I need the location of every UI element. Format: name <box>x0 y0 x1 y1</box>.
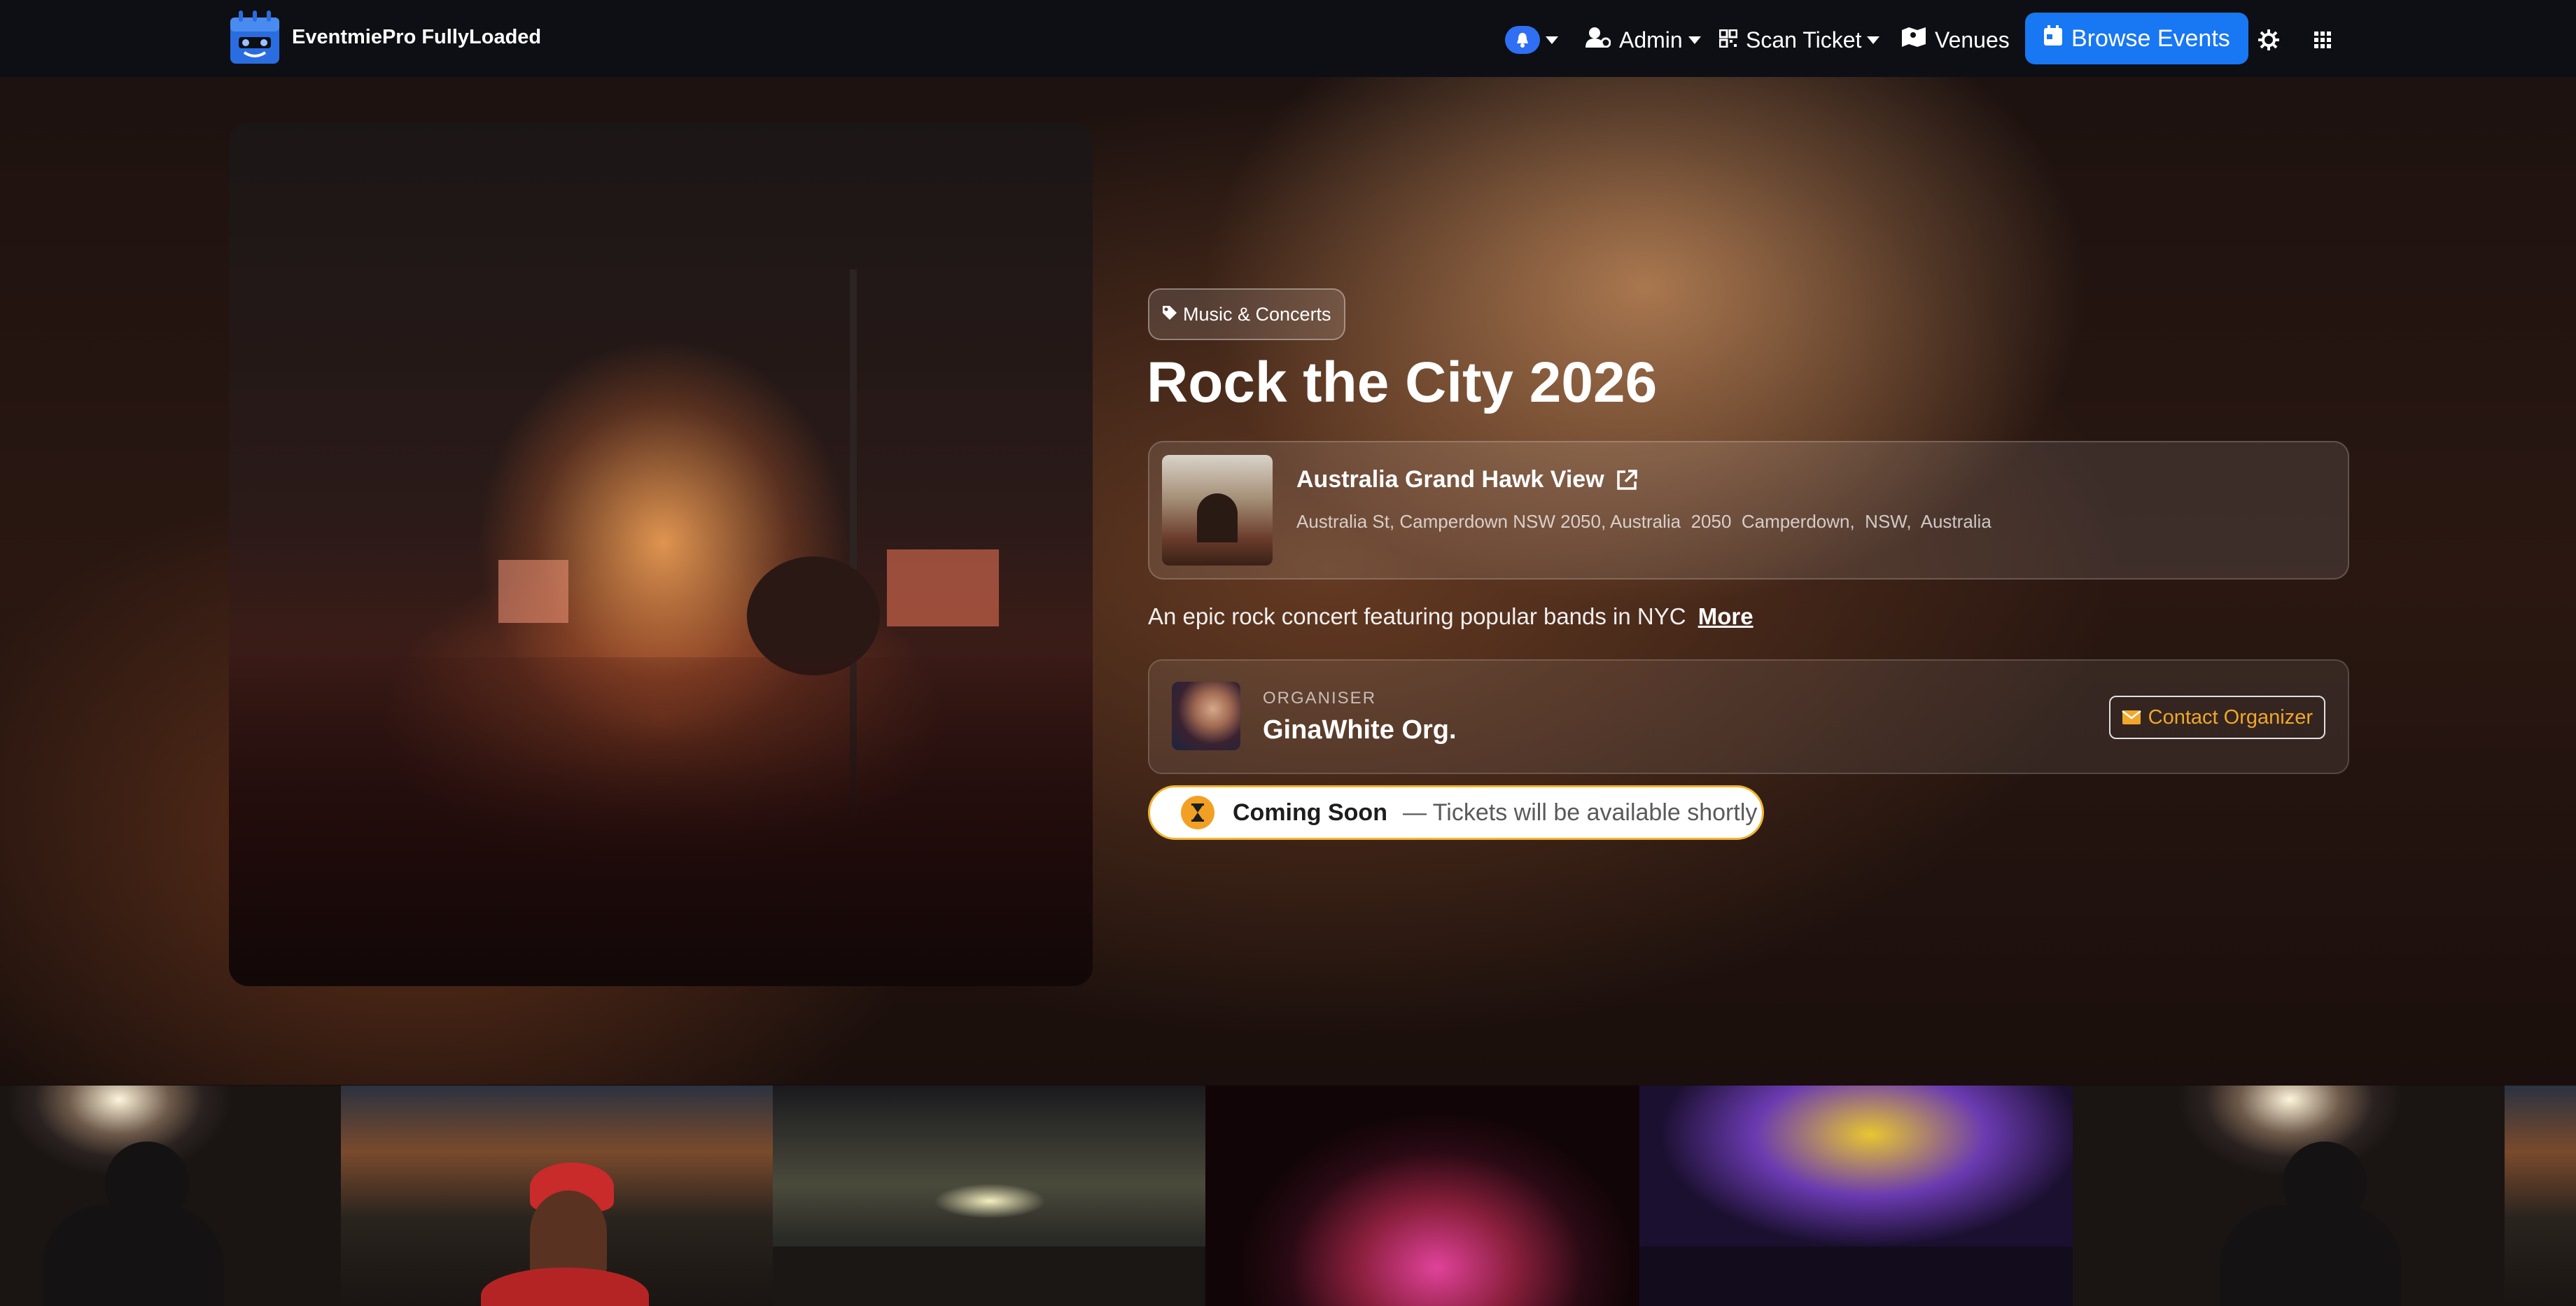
brand-logo-icon <box>230 10 279 64</box>
ticket-status-badge: Coming Soon — Tickets will be available … <box>1148 785 1764 840</box>
venue-name: Australia Grand Hawk View <box>1296 466 1604 493</box>
notifications-dropdown[interactable] <box>1505 15 1558 64</box>
calendar-icon <box>2043 24 2063 52</box>
scan-ticket-label: Scan Ticket <box>1746 27 1862 52</box>
category-label: Music & Concerts <box>1183 303 1331 325</box>
venue-address: Australia St, Camperdown NSW 2050, Austr… <box>1296 511 1991 532</box>
event-excerpt: An epic rock concert featuring popular b… <box>1148 603 1754 630</box>
qrcode-icon <box>1718 27 1738 53</box>
apps-menu-button[interactable] <box>2314 15 2331 64</box>
browse-events-label: Browse Events <box>2071 24 2230 52</box>
chevron-down-icon <box>1867 36 1880 44</box>
event-title: Rock the City 2026 <box>1147 351 1658 414</box>
chevron-down-icon <box>1546 36 1558 44</box>
event-poster-image <box>229 122 1093 986</box>
map-icon <box>1901 27 1926 53</box>
scan-ticket-dropdown[interactable]: Scan Ticket <box>1718 15 1880 64</box>
chevron-down-icon <box>1688 36 1701 44</box>
status-title: Coming Soon <box>1233 799 1387 826</box>
browse-events-button[interactable]: Browse Events <box>2025 13 2248 64</box>
venue-thumbnail <box>1162 455 1273 566</box>
tag-icon <box>1162 304 1177 325</box>
gallery-image[interactable] <box>341 1086 773 1306</box>
envelope-icon <box>2121 710 2141 724</box>
organiser-avatar[interactable] <box>1172 682 1240 750</box>
theme-toggle-button[interactable] <box>2258 15 2279 64</box>
gallery-image[interactable] <box>773 1086 1205 1306</box>
organiser-label: ORGANISER <box>1263 689 1377 708</box>
gallery-image[interactable] <box>1639 1086 2073 1306</box>
organiser-name[interactable]: GinaWhite Org. <box>1263 715 1457 745</box>
hourglass-icon <box>1181 796 1214 829</box>
admin-label: Admin <box>1619 27 1683 52</box>
grid-icon <box>2314 31 2331 48</box>
category-badge[interactable]: Music & Concerts <box>1148 288 1345 340</box>
gallery-image[interactable] <box>2073 1086 2505 1306</box>
contact-organizer-button[interactable]: Contact Organizer <box>2108 696 2325 739</box>
venues-link[interactable]: Venues <box>1901 15 2010 64</box>
organiser-card: ORGANISER GinaWhite Org. Contact Organiz… <box>1148 659 2349 774</box>
bell-icon <box>1505 26 1540 54</box>
venue-card[interactable]: Australia Grand Hawk View Australia St, … <box>1148 441 2349 580</box>
external-link-icon <box>1616 469 1637 490</box>
navbar: EventmiePro FullyLoaded Admin Scan Ticke… <box>0 0 2576 77</box>
excerpt-text: An epic rock concert featuring popular b… <box>1148 603 1686 629</box>
event-gallery <box>0 1086 2576 1306</box>
status-text: — Tickets will be available shortly <box>1402 799 1758 826</box>
contact-organizer-label: Contact Organizer <box>2148 705 2313 729</box>
user-gear-icon <box>1586 27 1611 53</box>
venues-label: Venues <box>1935 27 2010 52</box>
gallery-image[interactable] <box>2505 1086 2576 1306</box>
brand-link[interactable]: EventmiePro FullyLoaded <box>229 9 541 65</box>
gear-icon <box>2258 29 2279 50</box>
more-link[interactable]: More <box>1698 603 1754 629</box>
gallery-image[interactable] <box>0 1086 341 1306</box>
venue-name-link[interactable]: Australia Grand Hawk View <box>1296 466 1638 493</box>
brand-name: EventmiePro FullyLoaded <box>292 25 542 48</box>
gallery-image[interactable] <box>1205 1086 1639 1306</box>
admin-dropdown[interactable]: Admin <box>1586 15 1701 64</box>
